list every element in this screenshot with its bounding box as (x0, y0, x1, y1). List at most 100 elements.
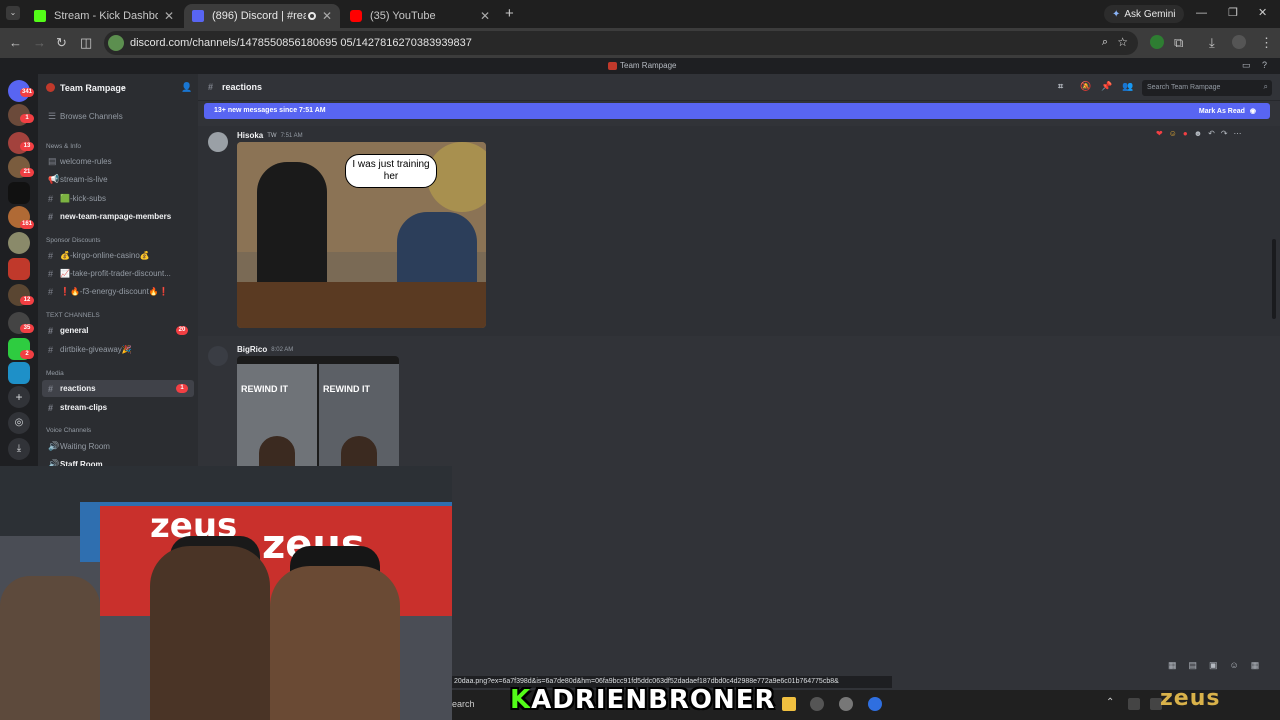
channel-reactions[interactable]: # reactions 1 (42, 380, 194, 397)
channel-label: 📈-take-profit-trader-discount... (60, 269, 171, 278)
channel-stream-is-live[interactable]: 📢 stream-is-live (42, 171, 194, 188)
browser-toolbar: ← → ↻ ◫ discord.com/channels/14785508561… (0, 28, 1280, 58)
zoom-icon[interactable]: ⌕ (1102, 36, 1108, 49)
profile-avatar-icon[interactable] (1232, 35, 1246, 49)
tab-discord[interactable]: (896) Discord | #reactions | ✕ (184, 4, 340, 28)
tab-search-button[interactable]: ⌄ (6, 6, 20, 20)
category-text[interactable]: TEXT CHANNELS (46, 312, 100, 319)
image-attachment[interactable]: I was just training her (237, 142, 486, 328)
image-attachment[interactable]: REWIND IT REWIND IT (237, 356, 399, 470)
channel-welcome-rules[interactable]: ▤ welcome-rules (42, 153, 194, 170)
apps-icon[interactable]: ▦ (1251, 660, 1260, 674)
add-reaction-icon[interactable]: ☻ (1194, 129, 1202, 138)
avatar[interactable] (208, 346, 228, 366)
reply-icon[interactable]: ↶ (1208, 129, 1215, 138)
threads-icon[interactable]: ⌗ (1058, 81, 1063, 92)
tray-chevron-icon[interactable]: ⌃ (1106, 697, 1114, 708)
app-icon[interactable] (810, 697, 824, 711)
channel-kick-subs[interactable]: # 🟩-kick-subs (42, 190, 194, 207)
add-server-icon[interactable]: + (8, 386, 30, 408)
tab-kick-dashboard[interactable]: Stream - Kick Dashboard ✕ (26, 4, 182, 28)
minimize-button[interactable]: — (1196, 7, 1207, 19)
forward-icon[interactable]: ↷ (1221, 129, 1228, 138)
close-icon[interactable]: ✕ (480, 9, 490, 23)
maximize-button[interactable]: ❐ (1228, 6, 1238, 19)
youtube-favicon-icon (350, 10, 362, 22)
browse-channels[interactable]: ☰ Browse Channels (42, 108, 194, 125)
close-icon[interactable]: ✕ (322, 9, 332, 23)
avatar[interactable] (208, 132, 228, 152)
gif-icon[interactable]: ▤ (1189, 660, 1198, 674)
message: Hisoka TW 7:51 AM ❤ ☺ ● ☻ ↶ ↷ ⋯ I was ju… (198, 126, 1280, 336)
guild-badge: 341 (20, 88, 34, 97)
channel-f3-energy[interactable]: # ❗🔥-f3-energy-discount🔥❗ (42, 283, 194, 300)
category-sponsor[interactable]: Sponsor Discounts (46, 237, 101, 244)
channel-general[interactable]: # general 20 (42, 322, 194, 339)
server-header[interactable]: Team Rampage ⌄ 👤 (38, 74, 198, 102)
close-window-button[interactable]: ✕ (1258, 6, 1267, 19)
inbox-icon[interactable]: ▭ (1242, 60, 1251, 71)
help-icon[interactable]: ? (1262, 60, 1267, 70)
file-explorer-icon[interactable] (782, 697, 796, 711)
channel-dirtbike[interactable]: # dirtbike-giveaway🎉 (42, 341, 194, 358)
message-author[interactable]: Hisoka (237, 131, 263, 140)
judge-bench (237, 282, 486, 328)
server-avatar[interactable] (8, 362, 30, 384)
heart-reaction-icon[interactable]: ❤ (1156, 129, 1163, 138)
download-icon[interactable]: ⤓ (1209, 35, 1215, 51)
kick-server-icon[interactable] (8, 182, 30, 204)
server-avatar[interactable] (8, 232, 30, 254)
reload-icon[interactable]: ↻ (56, 35, 67, 51)
bookmark-star-icon[interactable]: ☆ (1117, 35, 1128, 49)
channel-stream-clips[interactable]: # stream-clips (42, 399, 194, 416)
ask-gemini-button[interactable]: ✦ Ask Gemini (1104, 5, 1184, 23)
guild-badge: 35 (20, 324, 34, 333)
emoji-icon[interactable]: ☺ (1230, 660, 1239, 674)
download-apps-icon[interactable]: ⤓ (8, 438, 30, 460)
rewind-text: REWIND IT (323, 384, 370, 394)
extensions-icon[interactable]: ⧉ (1174, 35, 1183, 51)
pin-icon[interactable]: 📌 (1101, 81, 1112, 92)
server-avatar[interactable] (8, 258, 30, 280)
laugh-reaction-icon[interactable]: ☺ (1169, 129, 1177, 138)
kick-logo-letter: K (510, 685, 532, 715)
app-icon[interactable] (839, 697, 853, 711)
members-icon[interactable]: 👥 (1122, 81, 1133, 92)
category-news[interactable]: News & Info (46, 143, 81, 150)
invite-icon[interactable]: 👤 (181, 82, 192, 93)
menu-kebab-icon[interactable]: ⋮ (1260, 35, 1273, 51)
category-voice[interactable]: Voice Channels (46, 427, 91, 434)
search-input[interactable]: Search Team Rampage ⌕ (1142, 80, 1272, 96)
app-icon[interactable] (868, 697, 882, 711)
taskbar-search[interactable]: earch (452, 699, 475, 709)
category-media[interactable]: Media (46, 370, 64, 377)
channel-new-members[interactable]: # new-team-rampage-members (42, 208, 194, 225)
gift-icon[interactable]: ▦ (1168, 660, 1177, 674)
new-messages-bar[interactable]: 13+ new messages since 7:51 AM Mark As R… (204, 103, 1270, 119)
message-author[interactable]: BigRico (237, 345, 267, 354)
forward-icon[interactable]: → (33, 35, 46, 50)
tray-icon[interactable] (1128, 698, 1140, 710)
more-options-icon[interactable]: ⋯ (1234, 129, 1242, 138)
channel-kirgo[interactable]: # 💰-kirgo-online-casino💰 (42, 247, 194, 264)
sticker-icon[interactable]: ▣ (1209, 660, 1218, 674)
mark-as-read-button[interactable]: Mark As Read ◉ (1199, 107, 1256, 115)
sidepanel-icon[interactable]: ◫ (80, 35, 92, 51)
address-bar[interactable]: discord.com/channels/1478550856180695 05… (104, 31, 1138, 55)
extension-badge-icon[interactable] (1150, 35, 1164, 49)
chat-scrollbar[interactable] (1272, 239, 1276, 319)
close-icon[interactable]: ✕ (164, 9, 174, 23)
new-tab-button[interactable]: + (505, 5, 514, 22)
discord-title-bar: Team Rampage ▭ ? (0, 58, 1280, 74)
tab-title: (896) Discord | #reactions | (212, 10, 306, 22)
site-info-icon[interactable] (108, 35, 124, 51)
guild-badge: 12 (20, 296, 34, 305)
discover-icon[interactable]: ◎ (8, 412, 30, 434)
tab-youtube[interactable]: (35) YouTube ✕ (342, 4, 498, 28)
mute-bell-icon[interactable]: 🔕 (1080, 81, 1091, 92)
guild-badge: 13 (20, 142, 34, 151)
voice-waiting-room[interactable]: 🔊 Waiting Room (42, 438, 194, 455)
back-icon[interactable]: ← (9, 35, 22, 50)
cry-reaction-icon[interactable]: ● (1183, 129, 1188, 138)
channel-take-profit[interactable]: # 📈-take-profit-trader-discount... (42, 265, 194, 282)
